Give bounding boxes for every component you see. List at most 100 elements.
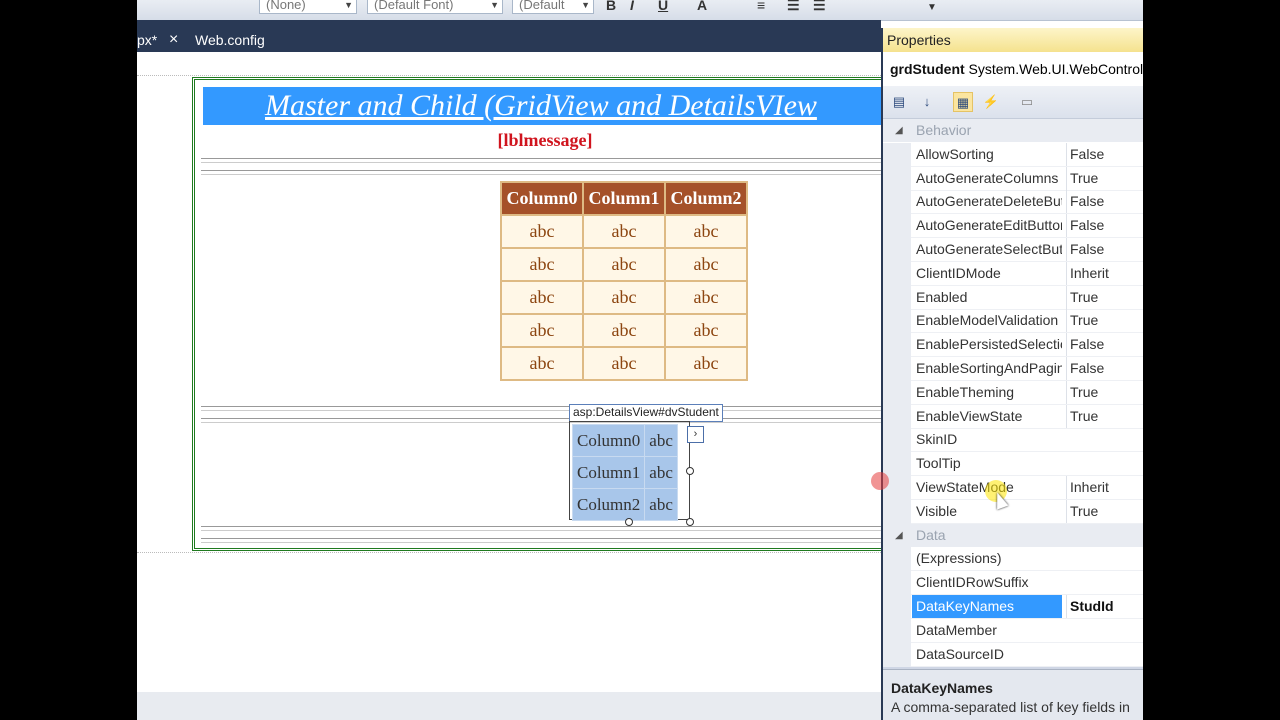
property-row[interactable]: ClientIDMode Inherit: [883, 261, 1143, 286]
align-left-icon[interactable]: ≡: [757, 0, 765, 13]
bold-button[interactable]: B: [606, 0, 616, 13]
details-view-dvstudent[interactable]: Column0 abc Column1 abc Column2 abc: [569, 421, 690, 521]
details-field-value: abc: [644, 488, 678, 521]
column-header: Column1: [584, 183, 664, 214]
object-name: grdStudent: [890, 61, 965, 77]
category-behavior[interactable]: ◢ Behavior: [883, 119, 1143, 142]
property-row[interactable]: EnableSortingAndPagingCallbacksFalse: [883, 357, 1143, 381]
divider: [201, 538, 891, 543]
property-name: AutoGenerateEditButton: [916, 217, 1062, 234]
property-name: ClientIDMode: [916, 264, 1001, 281]
property-row[interactable]: AllowSorting False: [883, 142, 1143, 167]
property-value[interactable]: True: [1066, 285, 1143, 309]
table-cell: abc: [666, 348, 746, 379]
font-size-value: (Default: [519, 0, 565, 12]
property-name: SkinID: [916, 431, 958, 448]
toolbar-overflow-icon[interactable]: ▼: [927, 2, 937, 13]
property-row[interactable]: ClientIDRowSuffix: [883, 571, 1143, 596]
design-surface[interactable]: Master and Child (GridView and DetailsVI…: [137, 52, 893, 692]
tab-aspx[interactable]: px* ×: [137, 28, 187, 52]
smart-tag-chevron-icon[interactable]: ›: [687, 426, 704, 443]
property-value[interactable]: False: [1066, 357, 1143, 380]
tab-web-config[interactable]: Web.config: [195, 28, 285, 52]
properties-panel-title[interactable]: Properties: [883, 28, 1143, 52]
table-cell: abc: [584, 315, 664, 346]
property-pages-icon[interactable]: ▭: [1017, 92, 1037, 112]
table-row: Column2 abc: [571, 488, 678, 521]
table-cell: abc: [666, 282, 746, 313]
property-row[interactable]: Enabled True: [883, 285, 1143, 310]
chevron-down-icon: ▼: [344, 0, 353, 10]
property-row[interactable]: ViewStateMode Inherit: [883, 476, 1143, 500]
property-row[interactable]: AutoGenerateDeleteButtonFalse: [883, 190, 1143, 215]
underline-button[interactable]: U: [658, 0, 668, 13]
property-value[interactable]: True: [1066, 166, 1143, 190]
category-label: Behavior: [916, 122, 972, 138]
property-row[interactable]: EnableViewState True: [883, 404, 1143, 429]
font-name-combo[interactable]: (Default Font) ▼: [367, 0, 503, 14]
property-row[interactable]: AutoGenerateSelectButtonFalse: [883, 238, 1143, 262]
property-row[interactable]: ToolTip: [883, 452, 1143, 477]
property-grid: ◢ Behavior AllowSorting False AutoGenerat…: [883, 119, 1143, 667]
table-cell: abc: [666, 315, 746, 346]
table-row: abc abc abc: [502, 315, 746, 346]
property-row[interactable]: (Expressions): [883, 547, 1143, 572]
categorized-icon[interactable]: ▤: [889, 92, 909, 112]
resize-handle[interactable]: [686, 518, 694, 526]
row-gutter: [883, 190, 911, 215]
property-name: AutoGenerateColumns: [916, 169, 1059, 186]
category-data[interactable]: ◢ Data: [883, 523, 1143, 547]
row-gutter: [883, 238, 911, 262]
close-icon[interactable]: ×: [169, 28, 178, 52]
property-value[interactable]: Inherit: [1066, 261, 1143, 285]
property-row-selected[interactable]: DataKeyNames StudId: [883, 595, 1143, 619]
row-gutter: [883, 571, 911, 596]
property-value[interactable]: True: [1066, 404, 1143, 428]
property-row[interactable]: AutoGenerateEditButton False: [883, 214, 1143, 239]
visual-studio-window: (None) ▼ (Default Font) ▼ (Default ▼ B I U …: [137, 0, 1143, 720]
property-row[interactable]: AutoGenerateColumns True: [883, 166, 1143, 191]
numbered-list-icon[interactable]: ☰: [787, 0, 800, 14]
divider: [201, 526, 891, 531]
row-gutter: [883, 309, 911, 334]
alphabetical-sort-icon[interactable]: ↓: [917, 92, 937, 112]
property-value[interactable]: False: [1066, 214, 1143, 238]
property-value[interactable]: False: [1066, 142, 1143, 166]
collapse-triangle-icon[interactable]: ◢: [895, 119, 903, 142]
property-value[interactable]: True: [1066, 309, 1143, 333]
property-row[interactable]: EnableModelValidation True: [883, 309, 1143, 334]
property-row[interactable]: SkinID: [883, 428, 1143, 453]
font-color-icon[interactable]: A: [697, 0, 707, 13]
property-name: DataKeyNames: [912, 595, 1062, 618]
property-row[interactable]: Visible True: [883, 499, 1143, 524]
property-row[interactable]: EnablePersistedSelection False: [883, 333, 1143, 358]
property-value[interactable]: True: [1066, 499, 1143, 523]
object-selector[interactable]: grdStudent System.Web.UI.WebControls.Gri…: [883, 52, 1143, 86]
label-message[interactable]: [lblmessage]: [195, 130, 895, 151]
row-gutter: [883, 166, 911, 191]
property-row[interactable]: DataMember: [883, 618, 1143, 643]
bulleted-list-icon[interactable]: ☰: [813, 0, 826, 14]
property-value[interactable]: Inherit: [1066, 476, 1143, 499]
property-row[interactable]: EnableTheming True: [883, 380, 1143, 405]
events-lightning-icon[interactable]: ⚡: [981, 92, 1001, 112]
italic-button[interactable]: I: [630, 0, 634, 13]
property-value[interactable]: StudId: [1066, 595, 1143, 618]
font-size-combo[interactable]: (Default ▼: [512, 0, 594, 14]
resize-handle[interactable]: [686, 467, 694, 475]
property-value[interactable]: False: [1066, 238, 1143, 261]
row-gutter: [883, 285, 911, 310]
resize-handle[interactable]: [625, 518, 633, 526]
collapse-triangle-icon[interactable]: ◢: [895, 524, 903, 547]
property-name: ToolTip: [916, 455, 961, 472]
block-format-combo[interactable]: (None) ▼: [259, 0, 357, 14]
property-value[interactable]: True: [1066, 380, 1143, 404]
grid-view-grdstudent[interactable]: Column0 Column1 Column2 abc abc abc abc …: [500, 181, 748, 381]
property-row[interactable]: DataSourceID: [883, 642, 1143, 667]
property-value[interactable]: False: [1066, 333, 1143, 357]
property-value[interactable]: False: [1066, 190, 1143, 214]
divider: [201, 158, 891, 163]
table-cell: abc: [502, 282, 582, 313]
properties-view-icon[interactable]: ▦: [953, 92, 973, 112]
object-type: System.Web.UI.WebControls.GridView: [968, 61, 1143, 77]
